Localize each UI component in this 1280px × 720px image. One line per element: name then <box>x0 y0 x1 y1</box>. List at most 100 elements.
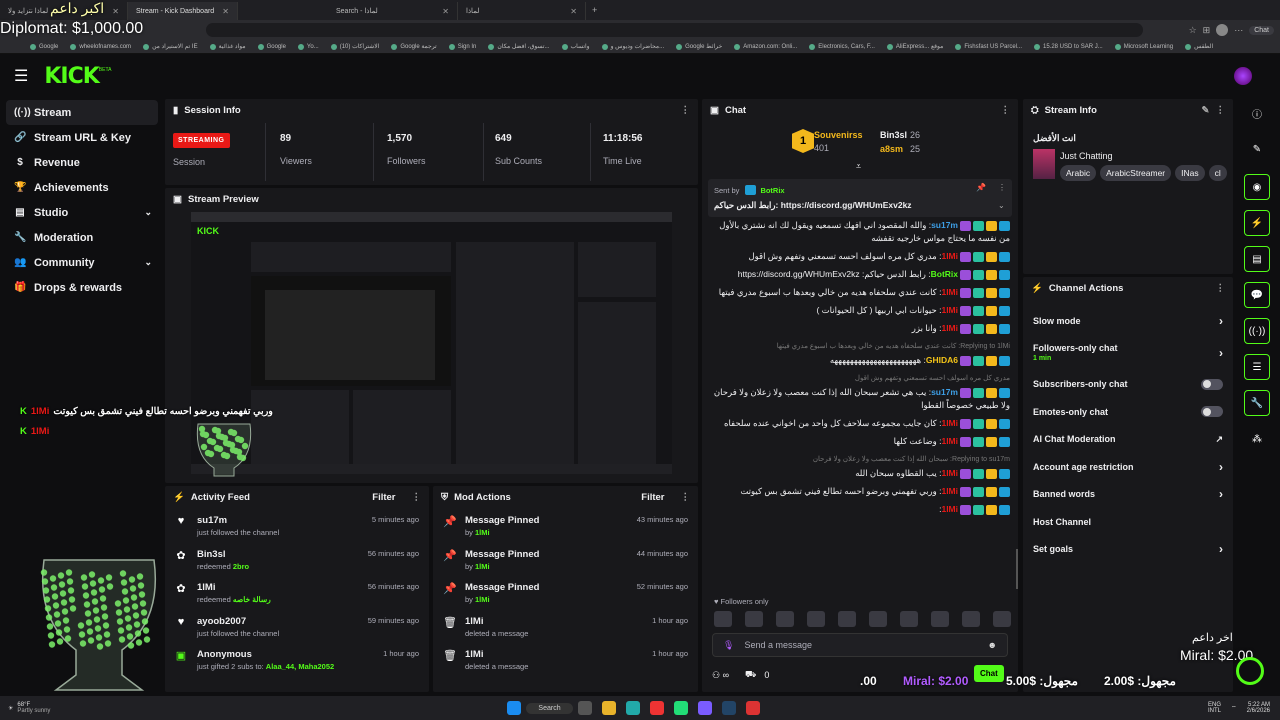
sidebar-item-studio[interactable]: ▤ Studio ⌄ <box>6 200 158 225</box>
bookmark[interactable]: wheelofnames.com <box>70 43 131 50</box>
channel-action-host-channel[interactable]: Host Channel <box>1023 508 1233 536</box>
star-icon[interactable]: ☆ <box>1189 25 1197 36</box>
category-thumbnail[interactable] <box>1033 149 1055 179</box>
wrench-icon[interactable]: 🔧 <box>1244 390 1270 416</box>
steam-icon[interactable] <box>721 701 736 715</box>
discord-icon[interactable] <box>697 701 712 715</box>
info-icon[interactable]: ⓘ <box>1244 100 1270 126</box>
tag[interactable]: INas <box>1175 165 1205 181</box>
more-options-icon[interactable]: ⋮ <box>1001 105 1011 116</box>
taskbar-search[interactable]: Search <box>526 702 573 714</box>
top-gifter-name[interactable]: Bin3sl <box>880 130 907 140</box>
filter-button[interactable]: Filter <box>372 492 395 503</box>
chat-username[interactable]: 1lMi <box>941 323 958 333</box>
broadcast-icon[interactable]: ((·)) <box>1244 318 1270 344</box>
edge-icon[interactable] <box>625 701 640 715</box>
subscribers-only-toggle[interactable] <box>1201 378 1223 390</box>
pinned-text[interactable]: رابط الدس حياكم: https://discord.gg/WHUm… <box>714 200 912 211</box>
stream-preview-video[interactable]: KICK <box>191 212 672 474</box>
extensions-icon[interactable]: ⊞ <box>1203 25 1211 36</box>
bookmark[interactable]: Google <box>30 43 58 50</box>
chat-username[interactable]: 1lMi <box>941 305 958 315</box>
top-gifter-name[interactable]: Souvenirss <box>814 130 863 140</box>
channel-action-banned-words[interactable]: Banned words › <box>1023 481 1233 509</box>
pin-icon[interactable]: 📌 <box>976 183 986 192</box>
more-options-icon[interactable]: ⋮ <box>681 105 691 116</box>
sidebar-item-moderation[interactable]: 🔧 Moderation <box>6 225 158 250</box>
channel-action-followers-only[interactable]: Followers-only chat 1 min › <box>1023 335 1233 371</box>
sidebar-item-community[interactable]: 👥 Community ⌄ <box>6 250 158 275</box>
language-indicator[interactable]: ENG INTL <box>1208 702 1221 714</box>
activity-user[interactable]: su17m <box>197 515 279 526</box>
send-message-box[interactable]: 🎙 Send a message ☻ <box>712 633 1008 657</box>
tag[interactable]: Arabic <box>1060 165 1097 181</box>
chat-username[interactable]: su17m <box>931 220 958 230</box>
chat-message[interactable]: su17m: والله المقصود اني افهك تسمعيه ويق… <box>710 219 1010 245</box>
bookmark[interactable]: AliExpress... موقع <box>886 43 943 50</box>
kick-logo[interactable]: KICK <box>44 64 99 89</box>
filter-button[interactable]: Filter <box>641 492 664 503</box>
bolt-icon[interactable]: ⚡ <box>1244 210 1270 236</box>
profile-avatar[interactable] <box>1216 24 1229 36</box>
user-avatar[interactable] <box>1234 67 1252 85</box>
activity-user[interactable]: ayoob2007 <box>197 616 279 627</box>
browser-tab[interactable]: Search - لماذا ✕ <box>328 2 458 20</box>
bookmark[interactable]: Electronics, Cars, F... <box>809 43 875 50</box>
category-name[interactable]: Just Chatting <box>1060 151 1113 161</box>
people-icon[interactable]: ⁂ <box>1244 426 1270 452</box>
menu-dots-icon[interactable]: ⋯ <box>1234 25 1243 36</box>
more-options-icon[interactable]: ⋮ <box>998 183 1006 192</box>
bookmark[interactable]: محاضرات وديوس و... <box>601 43 664 50</box>
emotes-only-toggle[interactable] <box>1201 406 1223 418</box>
chevron-down-icon[interactable]: ⌄ <box>998 201 1005 210</box>
channel-action-ai-moderation[interactable]: AI Chat Moderation ↗ <box>1023 426 1233 454</box>
chat-message[interactable]: 1lMi: <box>710 503 1010 516</box>
emote[interactable] <box>869 611 887 627</box>
chat-message[interactable]: 1lMi: مدري كل مره اسولف احسه تسمعني وتفه… <box>710 250 1010 263</box>
sidebar-item-achievements[interactable]: 🏆 Achievements <box>6 175 158 200</box>
url-field[interactable] <box>206 23 1143 37</box>
bookmark[interactable]: واتساب <box>561 43 590 50</box>
close-icon[interactable]: ✕ <box>222 7 229 16</box>
chat-scrollbar[interactable] <box>1016 549 1018 589</box>
chat-username[interactable]: 1lMi <box>941 418 958 428</box>
close-icon[interactable]: ✕ <box>112 7 119 16</box>
mic-icon[interactable]: 🎙 <box>723 640 734 651</box>
bookmark[interactable]: Microsoft Learning <box>1114 43 1173 50</box>
chat-message[interactable]: 1lMi: وانا بزر <box>710 322 1010 335</box>
emoji-icon[interactable]: ☻ <box>988 640 997 650</box>
windows-start-icon[interactable] <box>507 701 522 715</box>
bookmark[interactable]: الطقس <box>1185 43 1213 50</box>
sidebar-item-stream[interactable]: ((·)) Stream <box>6 100 158 125</box>
chat-username[interactable]: su17m <box>931 387 958 397</box>
chat-username[interactable]: 1lMi <box>941 287 958 297</box>
clock[interactable]: 5:22 AM 2/6/2026 <box>1247 702 1270 714</box>
bookmark[interactable]: Google ترجمة <box>391 43 437 50</box>
channel-action-set-goals[interactable]: Set goals › <box>1023 536 1233 564</box>
emote[interactable] <box>776 611 794 627</box>
chat-username[interactable]: 1lMi <box>941 504 958 514</box>
mod-user[interactable]: 1lMi <box>475 595 490 604</box>
tag[interactable]: ArabicStreamer <box>1100 165 1172 181</box>
sidebar-item-revenue[interactable]: $ Revenue <box>6 150 158 175</box>
emote[interactable] <box>714 611 732 627</box>
mod-user[interactable]: 1lMi <box>465 649 528 660</box>
chat-message[interactable]: 1lMi: حيوانات ابي اربيها ( كل الحيوانات … <box>710 304 1010 317</box>
bookmark[interactable]: Amazon.com: Onli... <box>734 43 797 50</box>
bookmark[interactable]: 15.28 USD to SAR J... <box>1034 43 1103 50</box>
obs-icon[interactable] <box>745 701 760 715</box>
channel-action-subscribers-only[interactable]: Subscribers-only chat <box>1023 371 1233 399</box>
taskview-icon[interactable] <box>577 701 592 715</box>
copilot-chat-button[interactable]: Chat <box>1249 25 1274 35</box>
chat-username[interactable]: BotRix <box>931 269 958 279</box>
hamburger-icon[interactable]: ☰ <box>14 66 28 86</box>
browser-tab[interactable]: لماذا ✕ <box>458 2 586 20</box>
explorer-icon[interactable] <box>601 701 616 715</box>
chat-username[interactable]: 1lMi <box>941 436 958 446</box>
edit-icon[interactable]: ✎ <box>1244 136 1270 162</box>
emote[interactable] <box>962 611 980 627</box>
chat-send-button[interactable]: Chat <box>974 665 1004 682</box>
chat-bubble-icon[interactable]: 💬 <box>1244 282 1270 308</box>
sidebar-item-stream-url[interactable]: 🔗 Stream URL & Key <box>6 125 158 150</box>
close-icon[interactable]: ✕ <box>570 7 577 16</box>
